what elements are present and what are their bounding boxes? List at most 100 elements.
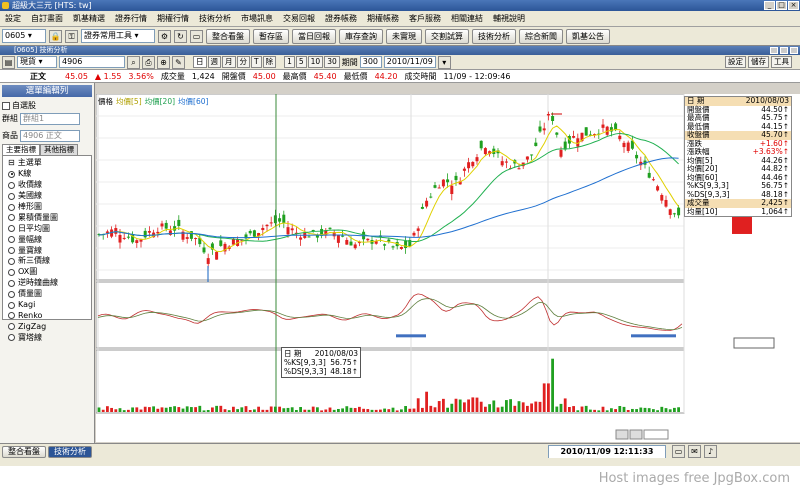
menu-item[interactable]: 設定 — [0, 13, 26, 24]
menu-item[interactable]: 技術分析 — [194, 13, 236, 24]
candle-body — [664, 199, 668, 207]
child-maximize-button[interactable] — [780, 47, 788, 54]
menu-item[interactable]: 相關連結 — [446, 13, 488, 24]
volume-bar — [463, 402, 466, 412]
indicator-item[interactable]: 美國線 — [3, 191, 91, 202]
indicator-item[interactable]: 寶塔線 — [3, 332, 91, 343]
indicator-item[interactable]: OX圖 — [3, 267, 91, 278]
toolbar-button[interactable]: 庫存查詢 — [339, 28, 383, 44]
symbol-input[interactable]: 4906 — [59, 56, 125, 68]
minute-button[interactable]: 10 — [307, 56, 324, 68]
menu-edit-header: 選單編輯列 — [2, 85, 92, 97]
menu-item[interactable]: 凱基精選 — [68, 13, 110, 24]
tip-row: %DS[9,3,3] 48.18↑ — [284, 367, 358, 376]
period-button[interactable]: 日 — [193, 56, 207, 68]
minute-button[interactable]: 5 — [295, 56, 307, 68]
tab-main-indicators[interactable]: 主要指標 — [2, 144, 40, 155]
maximize-button[interactable]: □ — [776, 1, 787, 10]
indicator-item[interactable]: K線 — [3, 169, 91, 180]
child-close-button[interactable] — [790, 47, 798, 54]
indicator-item[interactable]: 逆時鐘曲線 — [3, 278, 91, 289]
sound-icon[interactable]: ♪ — [704, 445, 717, 458]
window-icon[interactable]: ▭ — [190, 29, 203, 43]
account-select[interactable]: 0605 ▾ — [2, 29, 46, 43]
chart-option-button[interactable]: 儲存 — [748, 56, 769, 68]
period-button[interactable]: 除 — [262, 56, 277, 68]
period-input[interactable]: 300 — [359, 56, 382, 68]
menu-item[interactable]: 市場訊息 — [236, 13, 278, 24]
indicator-item[interactable]: 價量圖 — [3, 289, 91, 300]
period-button[interactable]: 月 — [222, 56, 236, 68]
indicator-label: 累積價量圖 — [18, 212, 58, 222]
indicator-label: 新三價線 — [18, 256, 50, 266]
toolbar-button[interactable]: 技術分析 — [472, 28, 516, 44]
indicator-item[interactable]: 收價線 — [3, 180, 91, 191]
product-input[interactable]: 4906 正文 — [20, 129, 80, 142]
gear-icon[interactable]: ⚙ — [158, 29, 171, 43]
period-value: 300 — [362, 57, 379, 66]
chart-option-button[interactable]: 設定 — [725, 56, 746, 68]
toolbar-button[interactable]: 暫存區 — [253, 28, 289, 44]
print-icon[interactable]: ⎙ — [142, 55, 155, 69]
close-button[interactable]: × — [788, 1, 799, 10]
menu-item[interactable]: 交易回報 — [278, 13, 320, 24]
menu-item[interactable]: 輔視說明 — [488, 13, 530, 24]
market-select[interactable]: 現貨 ▾ — [17, 56, 57, 68]
group-input[interactable]: 群組1 — [20, 112, 80, 125]
tab-other-indicators[interactable]: 其他指標 — [40, 144, 78, 155]
indicator-item[interactable]: Renko — [3, 310, 91, 321]
volume-bar — [505, 400, 508, 412]
indicator-item[interactable]: 新三價線 — [3, 256, 91, 267]
lock-icon[interactable]: 🔒 — [49, 29, 62, 43]
period-button[interactable]: T — [251, 56, 262, 68]
volume-bar — [509, 399, 512, 412]
minimize-button[interactable]: _ — [764, 1, 775, 10]
search-icon[interactable]: ⌕ — [127, 55, 140, 69]
menu-item[interactable]: 證券帳務 — [320, 13, 362, 24]
date-input[interactable]: 2010/11/09 — [383, 56, 436, 68]
toolbar-button[interactable]: 整合看盤 — [206, 28, 250, 44]
candle-body — [126, 236, 130, 238]
message-icon[interactable]: ✉ — [688, 445, 701, 458]
minute-button[interactable]: 30 — [324, 56, 340, 68]
child-minimize-button[interactable] — [770, 47, 778, 54]
indicator-item[interactable]: ZigZag — [3, 321, 91, 332]
draw-icon[interactable]: ✎ — [172, 55, 185, 69]
chart-option-button[interactable]: 工具 — [771, 56, 792, 68]
monitor-icon[interactable]: ▭ — [672, 445, 685, 458]
zoom-icon[interactable]: ⊕ — [157, 55, 170, 69]
indicator-item[interactable]: 棒形圖 — [3, 202, 91, 213]
minute-button[interactable]: 1 — [284, 56, 295, 68]
volume-bar — [135, 407, 139, 412]
menu-item[interactable]: 期權帳務 — [362, 13, 404, 24]
indicator-item[interactable]: 累積價量圖 — [3, 212, 91, 223]
key-icon[interactable]: ⚿ — [65, 29, 78, 43]
toolbar-button[interactable]: 當日回報 — [292, 28, 336, 44]
calendar-icon[interactable]: ▾ — [437, 55, 451, 69]
indicator-item[interactable]: 量幅線 — [3, 234, 91, 245]
window-tab[interactable]: 整合看盤 — [2, 446, 46, 458]
volume-bar — [412, 408, 416, 412]
period-button[interactable]: 週 — [207, 56, 221, 68]
period-button[interactable]: 分 — [236, 56, 250, 68]
self-select-checkbox[interactable]: 自選股 — [0, 99, 94, 112]
menu-item[interactable]: 客戶服務 — [404, 13, 446, 24]
app-icon — [2, 2, 9, 9]
toolbar-button[interactable]: 交割試算 — [425, 28, 469, 44]
menu-item[interactable]: 證券行情 — [110, 13, 152, 24]
toolbar-button[interactable]: 綜合新聞 — [519, 28, 563, 44]
window-tab[interactable]: 技術分析 — [48, 446, 92, 458]
indicator-item[interactable]: 日平均圖 — [3, 223, 91, 234]
candle-body — [114, 228, 118, 234]
indicator-item[interactable]: Kagi — [3, 300, 91, 311]
indicator-item[interactable]: 量寶線 — [3, 245, 91, 256]
toolbar-button[interactable]: 凱基公告 — [566, 28, 610, 44]
refresh-icon[interactable]: ↻ — [174, 29, 187, 43]
toolbar-button[interactable]: 未實現 — [386, 28, 422, 44]
menu-item[interactable]: 自訂畫面 — [26, 13, 68, 24]
menu-item[interactable]: 期權行情 — [152, 13, 194, 24]
chart-type-icon[interactable]: ▤ — [2, 55, 15, 69]
candle-body — [282, 214, 286, 223]
indicator-item[interactable]: ⊟ 主選單 — [3, 158, 91, 169]
tool-select[interactable]: 證券常用工具 ▾ — [81, 29, 155, 43]
